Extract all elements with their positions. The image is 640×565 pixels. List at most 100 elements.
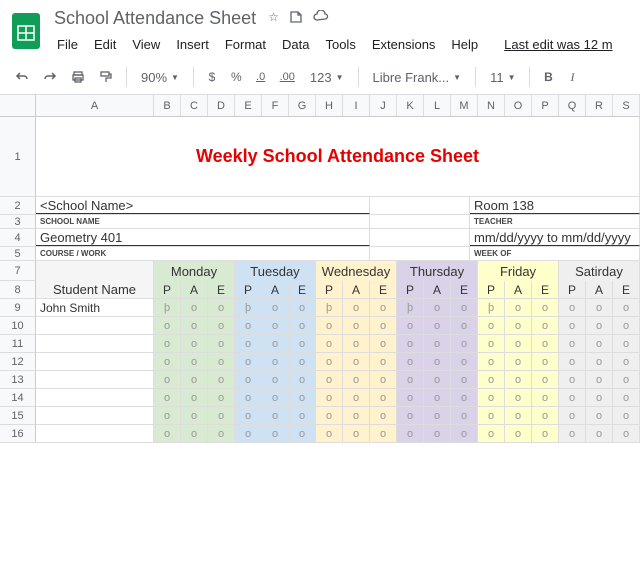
attendance-cell[interactable]: o bbox=[262, 353, 289, 370]
attendance-cell[interactable]: o bbox=[154, 425, 181, 442]
attendance-cell[interactable]: o bbox=[532, 353, 559, 370]
attendance-cell[interactable]: o bbox=[397, 407, 424, 424]
currency-button[interactable]: $ bbox=[202, 66, 222, 88]
attendance-cell[interactable]: o bbox=[208, 317, 235, 334]
pae-header[interactable]: P bbox=[559, 281, 586, 298]
day-header-3[interactable]: Thursday bbox=[397, 261, 478, 281]
attendance-cell[interactable]: o bbox=[586, 425, 613, 442]
attendance-cell[interactable]: o bbox=[613, 353, 640, 370]
attendance-cell[interactable]: o bbox=[505, 389, 532, 406]
column-header-e[interactable]: E bbox=[235, 95, 262, 116]
attendance-cell[interactable]: o bbox=[559, 407, 586, 424]
attendance-cell[interactable]: o bbox=[532, 407, 559, 424]
attendance-cell[interactable]: o bbox=[154, 353, 181, 370]
row-header-11[interactable]: 11 bbox=[0, 335, 36, 353]
italic-button[interactable]: I bbox=[562, 66, 582, 88]
attendance-cell[interactable]: o bbox=[532, 425, 559, 442]
attendance-cell[interactable]: o bbox=[316, 317, 343, 334]
pae-header[interactable]: E bbox=[613, 281, 640, 298]
star-icon[interactable]: ☆ bbox=[268, 10, 279, 27]
attendance-cell[interactable]: o bbox=[559, 353, 586, 370]
column-header-g[interactable]: G bbox=[289, 95, 316, 116]
attendance-cell[interactable]: o bbox=[505, 299, 532, 316]
attendance-cell[interactable]: o bbox=[505, 317, 532, 334]
column-header-j[interactable]: J bbox=[370, 95, 397, 116]
student-header-top[interactable] bbox=[36, 261, 154, 281]
column-header-a[interactable]: A bbox=[36, 95, 154, 116]
attendance-cell[interactable]: o bbox=[478, 407, 505, 424]
column-header-o[interactable]: O bbox=[505, 95, 532, 116]
attendance-cell[interactable]: o bbox=[424, 389, 451, 406]
menu-help[interactable]: Help bbox=[444, 33, 485, 56]
attendance-cell[interactable]: o bbox=[154, 407, 181, 424]
attendance-cell[interactable]: o bbox=[532, 335, 559, 352]
attendance-cell[interactable]: o bbox=[586, 335, 613, 352]
attendance-cell[interactable]: o bbox=[478, 371, 505, 388]
attendance-cell[interactable]: o bbox=[235, 407, 262, 424]
attendance-cell[interactable]: o bbox=[154, 317, 181, 334]
attendance-cell[interactable]: o bbox=[370, 425, 397, 442]
menu-extensions[interactable]: Extensions bbox=[365, 33, 443, 56]
last-edit-link[interactable]: Last edit was 12 m bbox=[497, 33, 619, 56]
attendance-cell[interactable]: o bbox=[343, 389, 370, 406]
attendance-cell[interactable]: o bbox=[370, 335, 397, 352]
column-header-b[interactable]: B bbox=[154, 95, 181, 116]
column-header-p[interactable]: P bbox=[532, 95, 559, 116]
row-header-3[interactable]: 3 bbox=[0, 215, 36, 229]
teacher-label[interactable]: TEACHER bbox=[470, 215, 640, 228]
attendance-cell[interactable]: þ bbox=[397, 299, 424, 316]
attendance-cell[interactable]: o bbox=[289, 317, 316, 334]
attendance-cell[interactable]: o bbox=[235, 335, 262, 352]
pae-header[interactable]: A bbox=[505, 281, 532, 298]
menu-format[interactable]: Format bbox=[218, 33, 273, 56]
attendance-cell[interactable]: o bbox=[289, 335, 316, 352]
day-header-1[interactable]: Tuesday bbox=[235, 261, 316, 281]
attendance-cell[interactable]: o bbox=[586, 317, 613, 334]
attendance-cell[interactable]: o bbox=[181, 353, 208, 370]
column-header-s[interactable]: S bbox=[613, 95, 640, 116]
attendance-cell[interactable]: o bbox=[397, 335, 424, 352]
attendance-cell[interactable]: o bbox=[289, 371, 316, 388]
day-header-2[interactable]: Wednesday bbox=[316, 261, 397, 281]
attendance-cell[interactable]: o bbox=[613, 425, 640, 442]
attendance-cell[interactable]: o bbox=[451, 407, 478, 424]
attendance-cell[interactable]: o bbox=[262, 335, 289, 352]
student-name-cell[interactable] bbox=[36, 353, 154, 370]
column-header-i[interactable]: I bbox=[343, 95, 370, 116]
attendance-cell[interactable]: o bbox=[235, 425, 262, 442]
attendance-cell[interactable]: o bbox=[154, 335, 181, 352]
pae-header[interactable]: A bbox=[181, 281, 208, 298]
attendance-cell[interactable]: o bbox=[559, 371, 586, 388]
day-header-5[interactable]: Satirday bbox=[559, 261, 640, 281]
attendance-cell[interactable]: o bbox=[424, 299, 451, 316]
course-label[interactable]: COURSE / WORK bbox=[36, 247, 370, 260]
pae-header[interactable]: E bbox=[451, 281, 478, 298]
day-header-4[interactable]: Friday bbox=[478, 261, 559, 281]
attendance-cell[interactable]: þ bbox=[478, 299, 505, 316]
attendance-cell[interactable]: o bbox=[505, 371, 532, 388]
row-header-14[interactable]: 14 bbox=[0, 389, 36, 407]
student-name-cell[interactable] bbox=[36, 371, 154, 388]
attendance-cell[interactable]: o bbox=[343, 317, 370, 334]
attendance-cell[interactable]: o bbox=[208, 299, 235, 316]
attendance-cell[interactable]: o bbox=[154, 389, 181, 406]
font-select[interactable]: Libre Frank...▼ bbox=[367, 68, 468, 87]
attendance-cell[interactable]: o bbox=[451, 299, 478, 316]
attendance-cell[interactable]: o bbox=[424, 335, 451, 352]
attendance-cell[interactable]: o bbox=[451, 425, 478, 442]
row-header-10[interactable]: 10 bbox=[0, 317, 36, 335]
attendance-cell[interactable]: o bbox=[586, 353, 613, 370]
decrease-decimal-button[interactable]: .0 bbox=[251, 66, 271, 88]
attendance-cell[interactable]: o bbox=[289, 353, 316, 370]
spacer[interactable] bbox=[370, 197, 470, 214]
paint-format-button[interactable] bbox=[94, 66, 118, 88]
student-name-cell[interactable]: John Smith bbox=[36, 299, 154, 316]
attendance-cell[interactable]: o bbox=[586, 371, 613, 388]
attendance-cell[interactable]: o bbox=[451, 317, 478, 334]
row-header-13[interactable]: 13 bbox=[0, 371, 36, 389]
number-format-select[interactable]: 123▼ bbox=[304, 68, 350, 87]
pae-header[interactable]: A bbox=[343, 281, 370, 298]
attendance-cell[interactable]: o bbox=[316, 335, 343, 352]
attendance-cell[interactable]: o bbox=[424, 425, 451, 442]
attendance-cell[interactable]: o bbox=[289, 299, 316, 316]
